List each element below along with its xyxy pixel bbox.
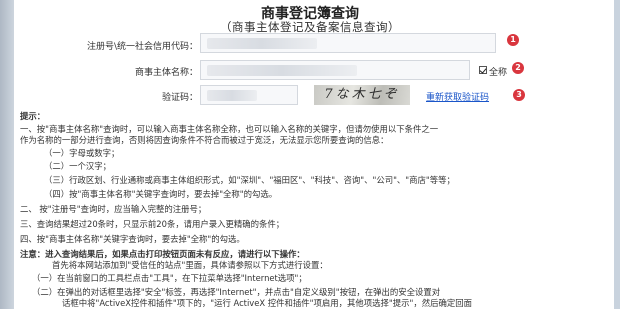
hint-line: 作为名称的一部分进行查询，否则将因查询条件不符合而被过于宽泛，无法显示您所要查询… xyxy=(20,135,389,145)
captcha-input[interactable] xyxy=(200,85,298,105)
right-window-edge xyxy=(614,0,620,309)
hint-line: 话框中将"ActiveX控件和插件"项下的，"运行 ActiveX 控件和插件"… xyxy=(62,298,472,308)
redacted-value xyxy=(207,65,357,76)
fullname-label: 全称 xyxy=(489,68,508,78)
captcha-image: 7な木七ぞ xyxy=(314,85,410,105)
hint-line: 首先将本网站添加到"受信任的站点"里面，具体请参照以下方式进行设置： xyxy=(52,260,328,270)
hint-line: （一）字母或数字； xyxy=(44,148,120,158)
name-label: 商事主体名称： xyxy=(134,68,198,78)
hint-line: （二）在弹出的对话框里选择"安全"标签，再选择"Internet"，并点击"自定… xyxy=(32,287,441,297)
reg-no-label: 注册号\统一社会信用代码： xyxy=(86,42,198,52)
hint-line: （四）按"商事主体名称"关键字查询时，要去掉"全称"的勾选。 xyxy=(44,189,278,199)
redacted-value xyxy=(207,90,257,101)
hint-line: 三、查询结果超过20条时，只显示前20条，请用户录入更精确的条件； xyxy=(20,219,285,229)
hint-line: 四、按"商事主体名称"关键字查询时，要去掉"全称"的勾选。 xyxy=(20,234,245,244)
hint-line: 一、按"商事主体名称"查询时，可以输入商事主体名称全称，也可以输入名称的关键字，… xyxy=(20,124,439,134)
captcha-label: 验证码： xyxy=(161,93,198,103)
badge-2: 2 xyxy=(512,62,524,74)
hint-line: 二、 按"注册号"查询时，应当输入完整的注册号； xyxy=(20,204,207,214)
redacted-value xyxy=(207,38,317,49)
reg-no-input[interactable] xyxy=(200,33,496,53)
badge-1: 1 xyxy=(507,34,519,46)
name-input[interactable] xyxy=(200,60,470,80)
fullname-checkbox[interactable] xyxy=(479,66,487,74)
left-window-edge xyxy=(0,0,14,309)
refresh-captcha-link[interactable]: 重新获取验证码 xyxy=(426,90,489,103)
hint-line: （一）在当前窗口的工具栏点击"工具"，在下拉菜单选择"Internet选项"； xyxy=(32,273,307,283)
hints-heading: 提示： xyxy=(20,111,46,121)
note-line: 注意：进入查询结果后，如果点击打印按钮页面未有反应，请进行以下操作： xyxy=(20,249,305,259)
hint-line: （二）一个汉字； xyxy=(44,161,111,171)
hint-line: （三）行政区划、行业通称或商事主体组织形式，如"深圳"、"福田区"、"科技"、咨… xyxy=(44,175,455,185)
badge-3: 3 xyxy=(513,89,525,101)
